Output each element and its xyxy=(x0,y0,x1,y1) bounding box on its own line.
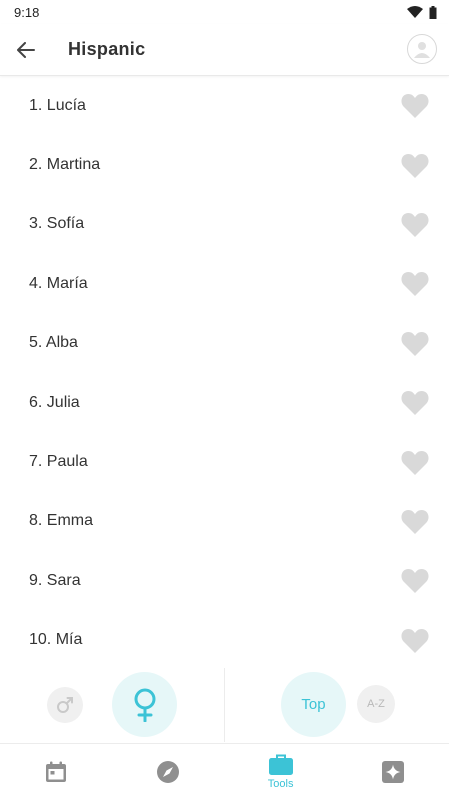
name-label: 2. Martina xyxy=(29,156,101,174)
toolbox-icon xyxy=(268,754,293,775)
female-filter-button[interactable] xyxy=(112,672,177,737)
name-label: 6. Julia xyxy=(29,393,80,411)
nav-tools-label: Tools xyxy=(267,778,294,790)
name-label: 10. Mía xyxy=(29,631,83,649)
favorite-button[interactable] xyxy=(399,268,431,300)
heart-icon xyxy=(401,628,429,653)
male-icon xyxy=(57,697,73,713)
name-label: 3. Sofía xyxy=(29,215,85,233)
compass-icon xyxy=(157,761,180,783)
list-item[interactable]: 9. Sara xyxy=(0,551,449,610)
name-label: 8. Emma xyxy=(29,512,94,530)
calendar-icon xyxy=(46,761,67,782)
heart-icon xyxy=(401,153,429,178)
list-item[interactable]: 4. María xyxy=(0,254,449,313)
heart-icon xyxy=(401,272,429,297)
favorite-button[interactable] xyxy=(399,387,431,419)
favorite-button[interactable] xyxy=(399,505,431,537)
list-item[interactable]: 1. Lucía xyxy=(0,76,449,135)
name-label: 1. Lucía xyxy=(29,96,86,114)
back-button[interactable] xyxy=(0,24,52,76)
filter-divider xyxy=(224,668,225,742)
filter-bar: Top A-Z xyxy=(0,668,449,742)
heart-icon xyxy=(401,94,429,119)
user-icon xyxy=(414,42,430,58)
favorite-button[interactable] xyxy=(399,149,431,181)
list-item[interactable]: 8. Emma xyxy=(0,492,449,551)
heart-icon xyxy=(401,212,429,237)
bottom-nav: Tools xyxy=(0,743,449,800)
list-item[interactable]: 5. Alba xyxy=(0,314,449,373)
list-item[interactable]: 7. Paula xyxy=(0,432,449,491)
wifi-icon xyxy=(407,6,423,18)
nav-calendar[interactable] xyxy=(0,744,112,800)
heart-icon xyxy=(401,331,429,356)
heart-icon xyxy=(401,569,429,594)
arrow-left-icon xyxy=(17,41,35,58)
status-time: 9:18 xyxy=(14,4,40,20)
page-title: Hispanic xyxy=(68,39,146,59)
name-label: 7. Paula xyxy=(29,453,88,471)
status-icons xyxy=(407,5,437,19)
nav-tools[interactable]: Tools xyxy=(225,744,337,800)
female-icon xyxy=(134,688,155,722)
name-label: 5. Alba xyxy=(29,334,78,352)
status-bar: 9:18 xyxy=(0,0,449,24)
list-item[interactable]: 2. Martina xyxy=(0,135,449,194)
favorite-button[interactable] xyxy=(399,446,431,478)
app-bar: Hispanic xyxy=(0,24,449,76)
list-item[interactable]: 10. Mía xyxy=(0,611,449,666)
sort-az-button[interactable]: A-Z xyxy=(357,685,395,723)
heart-icon xyxy=(401,509,429,534)
list-item[interactable]: 3. Sofía xyxy=(0,195,449,254)
battery-icon xyxy=(429,5,437,19)
sparkle-icon xyxy=(381,761,404,783)
nav-explore[interactable] xyxy=(112,744,224,800)
sort-top-button[interactable]: Top xyxy=(281,672,346,737)
male-filter-button[interactable] xyxy=(47,687,83,723)
name-label: 4. María xyxy=(29,274,88,292)
favorite-button[interactable] xyxy=(399,565,431,597)
heart-icon xyxy=(401,391,429,416)
favorite-button[interactable] xyxy=(399,90,431,122)
heart-icon xyxy=(401,450,429,475)
list-item[interactable]: 6. Julia xyxy=(0,373,449,432)
favorite-button[interactable] xyxy=(399,624,431,656)
name-label: 9. Sara xyxy=(29,571,81,589)
name-list: 1. Lucía 2. Martina 3. Sofía 4. María 5. Alb… xyxy=(0,76,449,666)
favorite-button[interactable] xyxy=(399,327,431,359)
nav-premium[interactable] xyxy=(337,744,449,800)
favorite-button[interactable] xyxy=(399,208,431,240)
avatar[interactable] xyxy=(407,34,437,64)
